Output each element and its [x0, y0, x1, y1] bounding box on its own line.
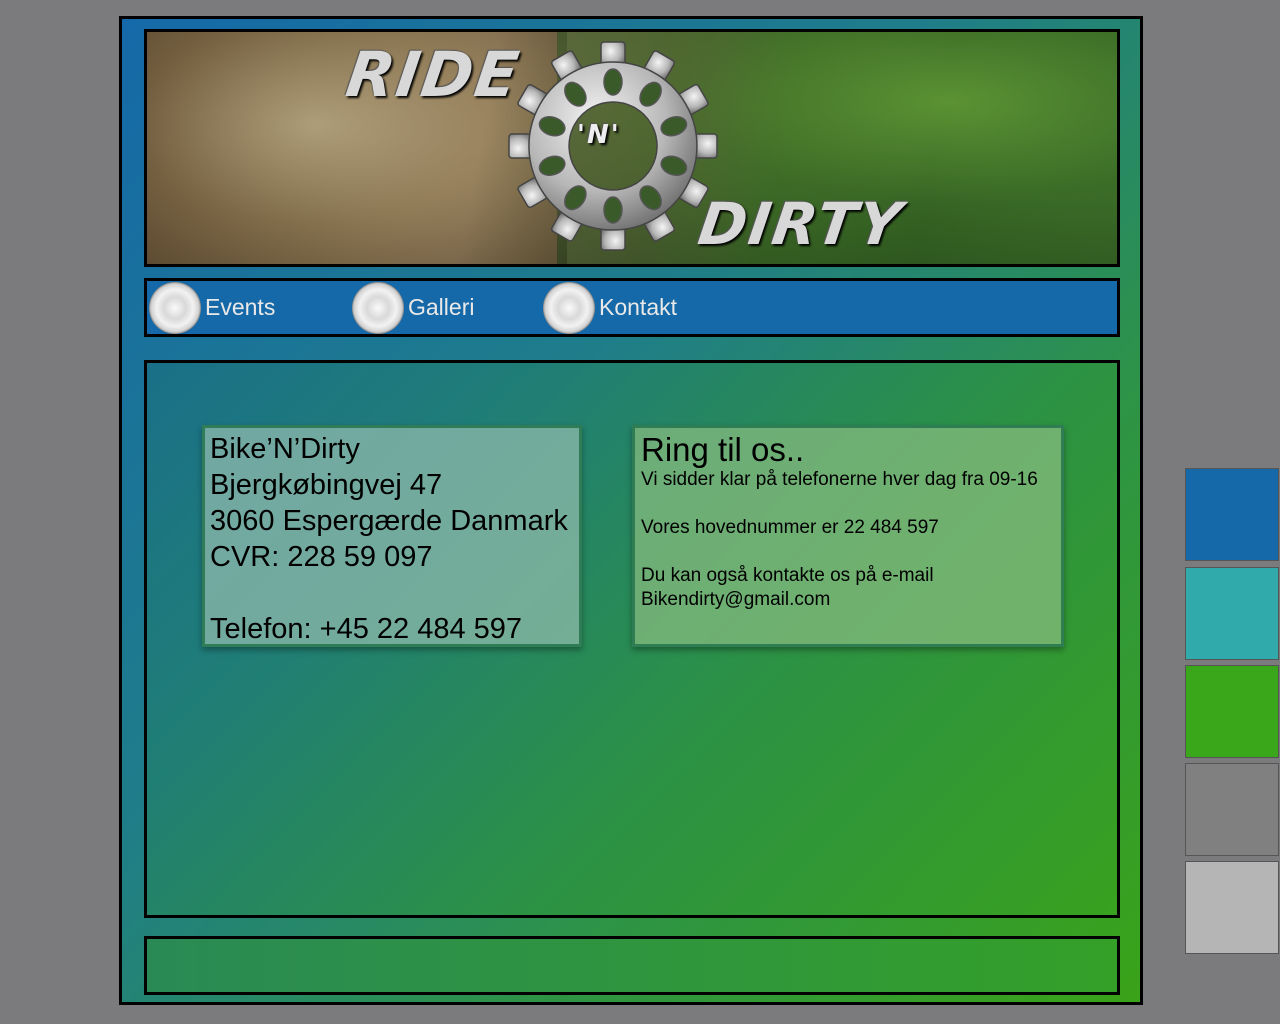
- header-banner: RIDE 'N' DIRTY: [144, 29, 1120, 267]
- company-name: Bike’N’Dirty: [210, 433, 360, 465]
- nav-item-label: Galleri: [408, 294, 475, 320]
- logo-dirty-text: DIRTY: [694, 190, 908, 258]
- main-navigation: Events Galleri Kontakt: [144, 278, 1120, 337]
- logo-n-text: 'N': [577, 120, 621, 150]
- color-swatch-green: [1185, 665, 1279, 758]
- opening-hours-text: Vi sidder klar på telefonerne hver dag f…: [641, 469, 1038, 490]
- cassette-icon: [352, 281, 404, 334]
- city-address: 3060 Espergærde Danmark: [210, 505, 568, 537]
- address-box: Bike’N’Dirty Bjergkøbingvej 47 3060 Espe…: [202, 425, 582, 647]
- contact-box: Ring til os.. Vi sidder klar på telefone…: [632, 425, 1064, 647]
- contact-title: Ring til os..: [641, 431, 805, 468]
- cassette-icon: [149, 281, 201, 334]
- color-swatch-gray: [1185, 763, 1279, 856]
- email-link[interactable]: Bikendirty@gmail.com: [641, 588, 1061, 612]
- nav-item-kontakt[interactable]: Kontakt: [543, 281, 677, 334]
- nav-item-galleri[interactable]: Galleri: [352, 281, 474, 334]
- footer: [144, 936, 1120, 995]
- content-area: Bike’N’Dirty Bjergkøbingvej 47 3060 Espe…: [144, 360, 1120, 918]
- nav-item-events[interactable]: Events: [149, 281, 275, 334]
- nav-item-label: Kontakt: [599, 294, 677, 320]
- nav-item-label: Events: [205, 294, 276, 320]
- phone-number: Telefon: +45 22 484 597: [210, 613, 523, 645]
- street-address: Bjergkøbingvej 47: [210, 469, 443, 501]
- logo-ride-text: RIDE: [341, 38, 525, 111]
- page-frame: RIDE 'N' DIRTY Events Galleri Kontakt Bi…: [119, 16, 1143, 1005]
- main-number-text: Vores hovednummer er 22 484 597: [641, 517, 939, 538]
- cvr-number: CVR: 228 59 097: [210, 541, 433, 573]
- color-swatch-blue: [1185, 468, 1279, 561]
- cassette-icon: [543, 281, 595, 334]
- color-swatch-teal: [1185, 567, 1279, 660]
- email-intro-text: Du kan også kontakte os på e-mail: [641, 565, 934, 586]
- color-swatch-light-gray: [1185, 861, 1279, 954]
